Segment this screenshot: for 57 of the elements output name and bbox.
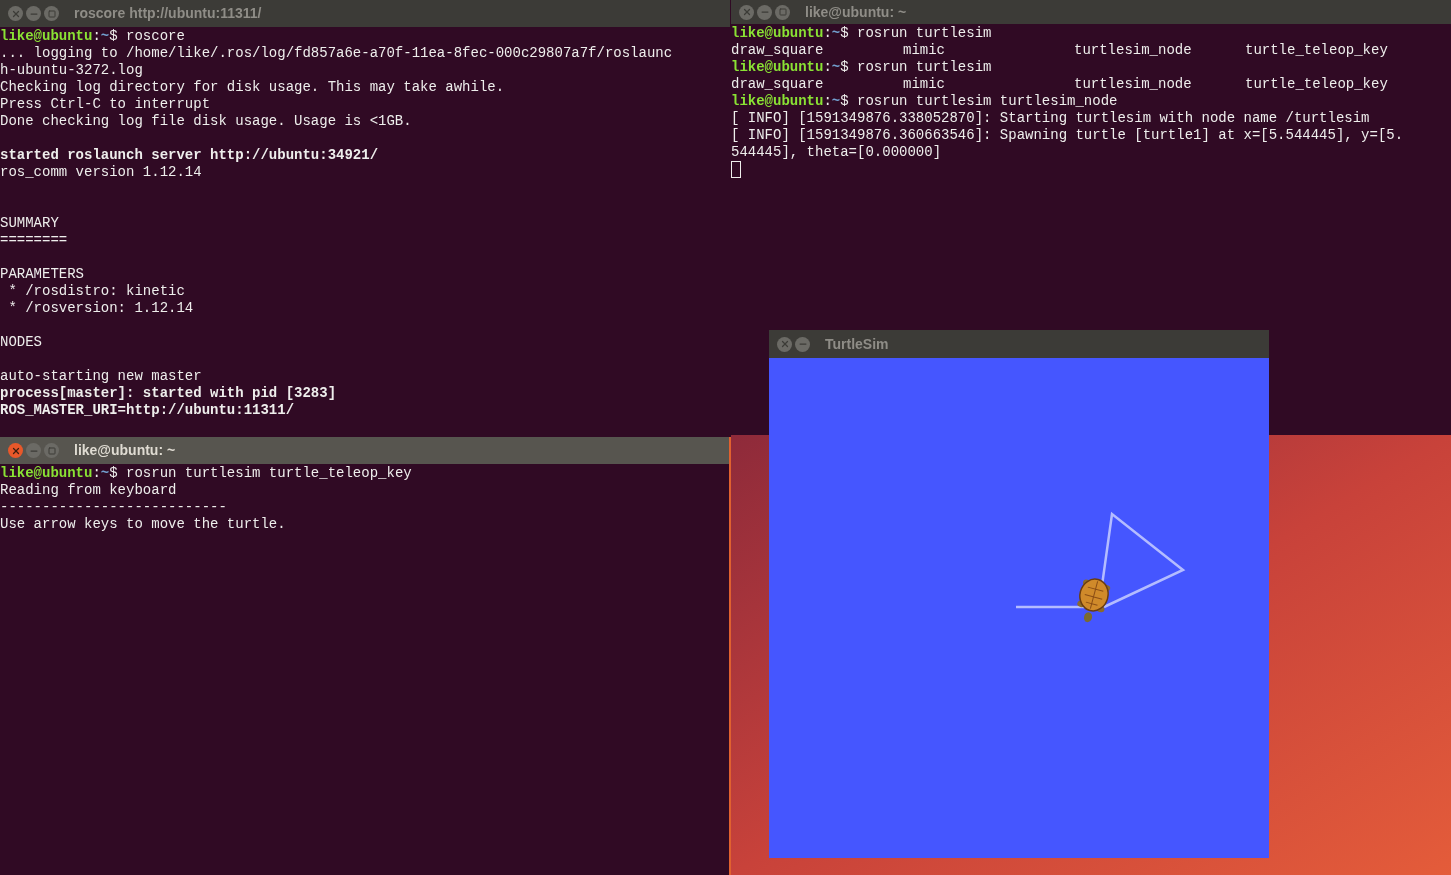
output-line: auto-starting new master	[0, 368, 202, 385]
minimize-button[interactable]	[795, 336, 810, 352]
close-button[interactable]	[739, 4, 754, 20]
listing-entry: mimic	[903, 42, 945, 59]
listing-entry: turtle_teleop_key	[1245, 42, 1388, 59]
close-button[interactable]	[8, 6, 23, 21]
output-line: ---------------------------	[0, 499, 227, 516]
output-line: [ INFO] [1591349876.338052870]: Starting turtlesim with node name /turtlesim	[731, 110, 1370, 127]
output-line: ROS_MASTER_URI=http://ubuntu:11311/	[0, 402, 295, 419]
output-line: Press Ctrl-C to interrupt	[0, 96, 211, 113]
output-line: Use arrow keys to move the turtle.	[0, 516, 286, 533]
window-title: roscore http://ubuntu:11311/	[74, 4, 262, 23]
output-line: process[master]: started with pid [3283]	[0, 385, 337, 402]
output-line: ========	[0, 232, 68, 249]
close-button[interactable]	[8, 443, 23, 458]
maximize-button[interactable]	[44, 443, 59, 458]
listing-entry: turtlesim_node	[1074, 76, 1192, 93]
minimize-button[interactable]	[26, 6, 41, 21]
output-line: started roslaunch server http://ubuntu:34921/	[0, 147, 379, 164]
close-button[interactable]	[777, 336, 792, 352]
output-line: Done checking log file disk usage. Usage is <1GB.	[0, 113, 412, 130]
maximize-button[interactable]	[775, 4, 790, 20]
output-line: ros_comm version 1.12.14	[0, 164, 202, 181]
prompt-line: like@ubuntu:~$ rosrun turtlesim turtlesim_node	[731, 93, 1118, 110]
listing-entry: mimic	[903, 76, 945, 93]
output-line: SUMMARY	[0, 215, 59, 232]
output-line: h-ubuntu-3272.log	[0, 62, 143, 79]
close-icon	[10, 8, 21, 19]
turtle-drawing	[1077, 578, 1111, 623]
maximize-icon	[47, 446, 56, 455]
close-icon	[779, 339, 790, 349]
window-title: like@ubuntu: ~	[805, 2, 907, 22]
output-line: Checking log directory for disk usage. This may take awhile.	[0, 79, 505, 96]
prompt-line: like@ubuntu:~$ rosrun turtlesim	[731, 59, 993, 76]
close-icon	[741, 7, 752, 17]
output-line: Reading from keyboard	[0, 482, 177, 499]
close-icon	[10, 445, 21, 456]
output-line: PARAMETERS	[0, 266, 84, 283]
output-line: NODES	[0, 334, 42, 351]
listing-entry: draw_square	[731, 76, 824, 93]
prompt-line: like@ubuntu:~$ roscore	[0, 28, 185, 45]
maximize-icon	[47, 9, 56, 18]
output-line: * /rosversion: 1.12.14	[7, 300, 194, 317]
output-line: 544445], theta=[0.000000]	[731, 144, 942, 161]
maximize-icon	[778, 8, 787, 16]
output-line: [ INFO] [1591349876.360663546]: Spawning turtle [turtle1] at x=[5.544445], y=[5.	[731, 127, 1404, 144]
listing-entry: turtlesim_node	[1074, 42, 1192, 59]
output-line: * /rosdistro: kinetic	[7, 283, 185, 300]
listing-entry: turtle_teleop_key	[1245, 76, 1388, 93]
minimize-button[interactable]	[757, 4, 772, 20]
maximize-button[interactable]	[44, 6, 59, 21]
listing-entry: draw_square	[731, 42, 824, 59]
prompt-line: like@ubuntu:~$ rosrun turtlesim turtle_teleop_key	[0, 465, 412, 482]
window-title: TurtleSim	[825, 334, 889, 354]
window-title: like@ubuntu: ~	[74, 441, 176, 460]
output-line: ... logging to /home/like/.ros/log/fd857a6e-a70f-11ea-8fec-000c29807a7f/roslaunc	[0, 45, 673, 62]
prompt-line: like@ubuntu:~$ rosrun turtlesim	[731, 25, 993, 42]
